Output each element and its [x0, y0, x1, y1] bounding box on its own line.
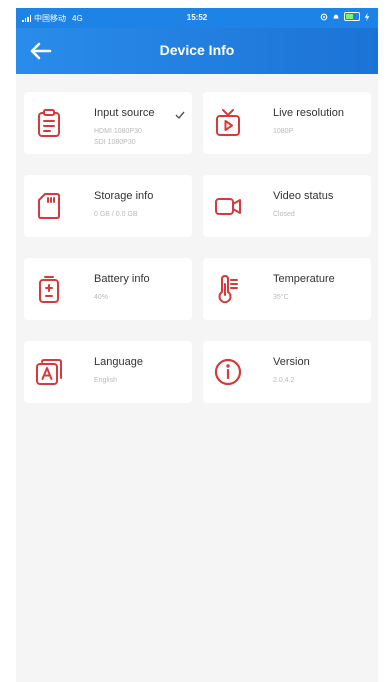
battery-icon — [39, 276, 59, 303]
temperature-label: Temperature — [273, 273, 335, 285]
alarm-icon — [333, 14, 339, 19]
version-label: Version — [273, 356, 310, 368]
video-status-label: Video status — [273, 190, 334, 202]
temperature-card[interactable]: Temperature 35°C — [203, 258, 371, 320]
battery-info-label: Battery info — [94, 273, 150, 285]
video-status-value: Closed — [273, 211, 295, 218]
battery-status-icon — [344, 12, 360, 21]
video-camera-icon — [215, 198, 241, 215]
language-value: English — [94, 377, 117, 384]
language-label: Language — [94, 356, 143, 368]
storage-info-value: 0 GB / 0.0 GB — [94, 211, 138, 218]
sd-card-icon — [38, 193, 60, 219]
location-icon — [320, 13, 328, 20]
storage-info-card[interactable]: Storage info 0 GB / 0.0 GB — [24, 175, 192, 237]
storage-info-label: Storage info — [94, 190, 154, 202]
input-source-card[interactable]: Input source HDMI 1080P30 SDI 1080P30 — [24, 92, 192, 154]
header-bar: Device Info — [16, 28, 378, 74]
input-source-hdmi: HDMI 1080P30 — [94, 128, 142, 135]
battery-info-value: 40% — [94, 294, 109, 301]
thermometer-icon — [218, 275, 238, 304]
language-a-icon — [36, 359, 62, 385]
version-value: 2.0.4.2 — [273, 377, 295, 384]
live-resolution-card[interactable]: Live resolution 1080P — [203, 92, 371, 154]
temperature-value: 35°C — [273, 294, 289, 301]
clipboard-icon — [38, 109, 60, 137]
live-resolution-label: Live resolution — [273, 107, 344, 119]
status-bar: 中国移动 4G 15:52 — [16, 8, 378, 28]
input-source-sdi: SDI 1080P30 — [94, 139, 136, 146]
input-source-value: HDMI 1080P30 SDI 1080P30 — [94, 126, 142, 148]
page-title: Device Info — [159, 42, 235, 58]
tv-play-icon — [216, 109, 240, 136]
checkmark-icon — [175, 111, 185, 120]
input-source-label: Input source — [94, 107, 155, 119]
charging-icon — [364, 12, 370, 21]
phone-screen: 中国移动 4G 15:52 Device Info Input source H… — [16, 8, 378, 682]
language-card[interactable]: Language English — [24, 341, 192, 403]
version-card[interactable]: Version 2.0.4.2 — [203, 341, 371, 403]
live-resolution-value: 1080P — [273, 128, 294, 135]
video-status-card[interactable]: Video status Closed — [203, 175, 371, 237]
info-icon — [214, 358, 242, 386]
battery-info-card[interactable]: Battery info 40% — [24, 258, 192, 320]
status-right — [320, 12, 370, 21]
